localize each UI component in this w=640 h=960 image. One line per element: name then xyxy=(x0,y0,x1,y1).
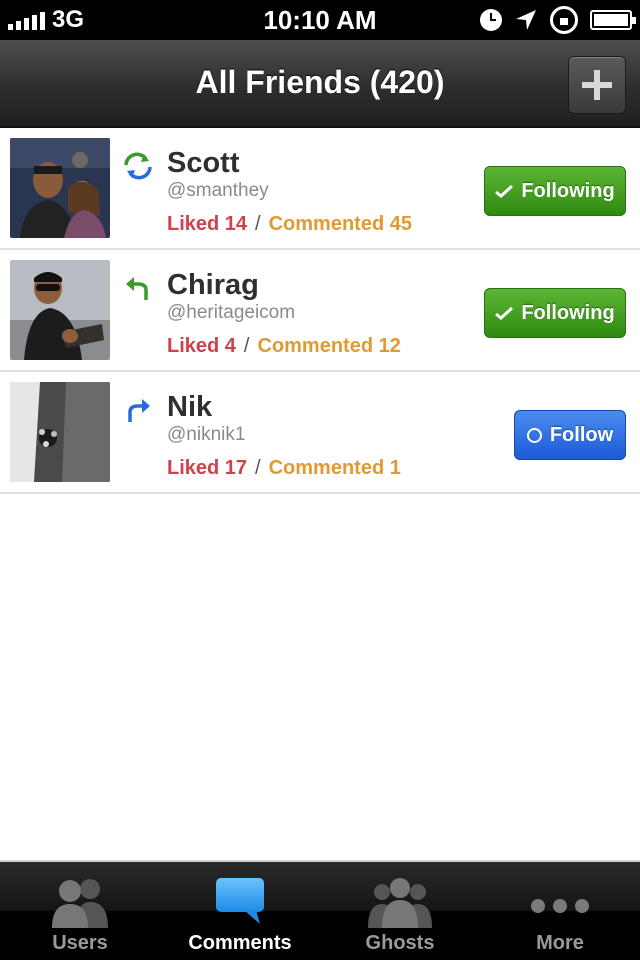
stats-separator: / xyxy=(255,213,261,235)
tab-bar: Users Comments Ghosts More xyxy=(0,860,640,960)
navigation-bar: All Friends (420) xyxy=(0,40,640,128)
more-dots-icon xyxy=(531,899,589,913)
status-bar: 3G 10:10 AM xyxy=(0,0,640,40)
tab-label: Users xyxy=(52,932,108,954)
tab-label: More xyxy=(536,932,584,954)
tab-more[interactable]: More xyxy=(480,862,640,960)
friends-list: Scott @smanthey Liked 14 / Commented 45 Fo… xyxy=(0,128,640,494)
following-button[interactable]: Following xyxy=(484,166,626,216)
friend-row[interactable]: Nik @niknik1 Liked 17 / Commented 1 Follow xyxy=(0,372,640,494)
avatar[interactable] xyxy=(10,260,110,360)
tab-label: Comments xyxy=(188,932,292,954)
users-icon xyxy=(52,879,108,928)
follow-button-label: Follow xyxy=(549,423,614,446)
comment-bubble-icon xyxy=(216,878,264,924)
following-button-label: Following xyxy=(521,179,615,202)
tab-label: Ghosts xyxy=(365,932,435,954)
ghosts-icon xyxy=(368,878,432,928)
liked-count: Liked 14 xyxy=(167,213,248,235)
friend-stats: Liked 14 / Commented 45 xyxy=(167,213,412,236)
forward-arrow-icon xyxy=(128,399,150,422)
circle-icon xyxy=(526,427,542,443)
friend-handle: @smanthey xyxy=(167,180,269,201)
liked-count: Liked 4 xyxy=(167,335,236,357)
friend-handle: @heritageicom xyxy=(167,302,296,323)
add-friend-button[interactable] xyxy=(568,56,626,114)
friend-handle: @niknik1 xyxy=(167,424,246,445)
alarm-icon xyxy=(480,9,502,31)
page-title: All Friends (420) xyxy=(195,64,445,100)
friend-name: Nik xyxy=(167,391,213,423)
friend-stats: Liked 17 / Commented 1 xyxy=(167,457,401,480)
tab-ghosts[interactable]: Ghosts xyxy=(320,862,480,960)
commented-count: Commented 12 xyxy=(257,335,401,357)
friend-stats: Liked 4 / Commented 12 xyxy=(167,335,401,358)
stats-separator: / xyxy=(255,457,261,479)
following-button-label: Following xyxy=(521,301,615,324)
checkmark-icon xyxy=(495,184,514,198)
sync-icon xyxy=(124,152,152,180)
stats-separator: / xyxy=(243,335,250,357)
reply-arrow-icon xyxy=(126,277,148,300)
tab-comments[interactable]: Comments xyxy=(160,862,320,960)
friend-row[interactable]: Scott @smanthey Liked 14 / Commented 45 Fo… xyxy=(0,128,640,250)
liked-count: Liked 17 xyxy=(167,457,248,479)
follow-button[interactable]: Follow xyxy=(514,410,626,460)
friend-name: Scott xyxy=(167,147,240,179)
tab-users[interactable]: Users xyxy=(0,862,160,960)
rotation-lock-icon xyxy=(550,6,578,34)
following-button[interactable]: Following xyxy=(484,288,626,338)
commented-count: Commented 1 xyxy=(268,457,401,479)
avatar[interactable] xyxy=(10,138,110,238)
battery-icon xyxy=(590,10,636,30)
friend-name: Chirag xyxy=(167,269,259,301)
checkmark-icon xyxy=(495,306,514,320)
location-arrow-icon xyxy=(516,10,536,30)
friend-row[interactable]: Chirag @heritageicom Liked 4 / Commented 1… xyxy=(0,250,640,372)
avatar[interactable] xyxy=(10,382,110,482)
commented-count: Commented 45 xyxy=(268,213,412,235)
